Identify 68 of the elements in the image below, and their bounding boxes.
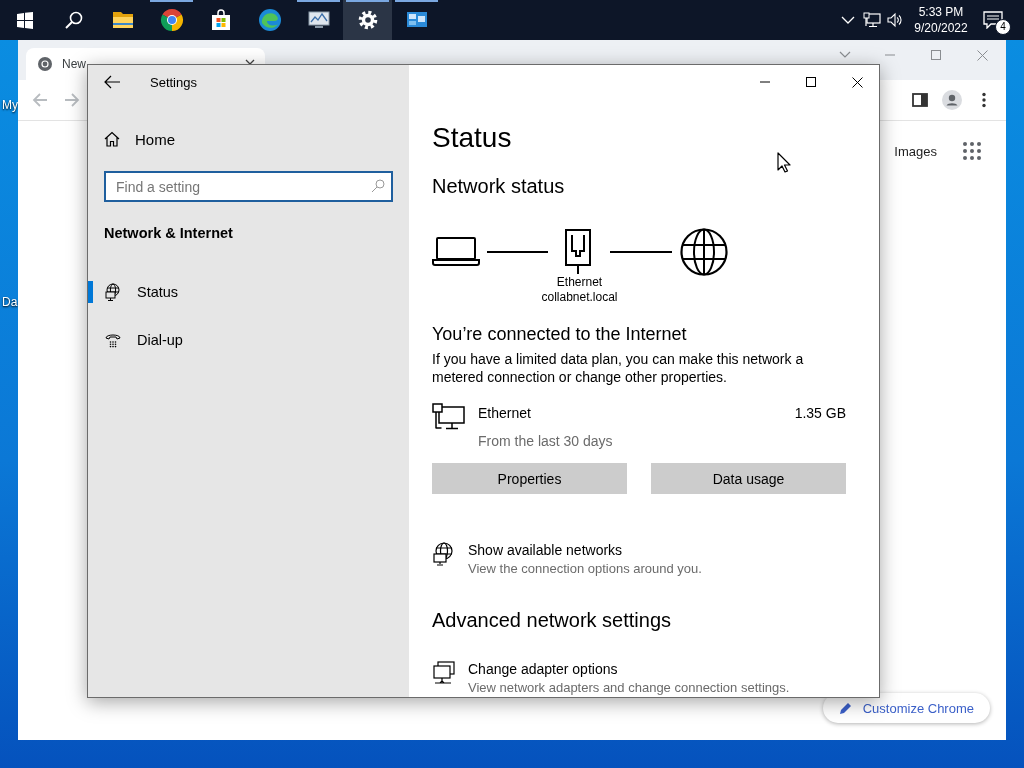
connection-status: You’re connected to the Internet: [432, 323, 688, 346]
adapter-monitors-icon: [432, 661, 456, 685]
tab-title: New: [62, 57, 86, 71]
connection-line: [487, 251, 548, 253]
link-description: View network adapters and change connection settings.: [468, 679, 790, 696]
maximize-icon: [931, 50, 941, 60]
section-heading: Advanced network settings: [432, 608, 673, 633]
chevron-icon: [839, 51, 851, 59]
apps-grid-icon: [963, 142, 981, 160]
ethernet-port-icon: [565, 229, 591, 275]
nav-item[interactable]: Status: [88, 268, 409, 316]
customize-chrome-button[interactable]: Customize Chrome: [822, 693, 990, 723]
side-panel-icon: [912, 92, 928, 108]
domain-label: collabnet.local: [540, 290, 619, 305]
usage-period: From the last 30 days: [478, 432, 614, 451]
browser-icon: [257, 8, 282, 32]
mouse-pointer-icon: [777, 152, 791, 173]
browser-icon: [159, 8, 184, 32]
action-button[interactable]: Properties: [432, 463, 627, 494]
pencil-icon: [838, 701, 853, 715]
globe-monitor-icon: [104, 283, 122, 301]
minimize-icon: [885, 54, 895, 56]
adapter-label: Ethernet: [555, 275, 604, 290]
browser-favicon-icon: [37, 56, 53, 72]
phone-icon: [104, 331, 122, 349]
ethernet-computer-icon: [432, 403, 466, 431]
desktop-icon-label: My: [2, 98, 18, 112]
section-heading: Network status: [432, 174, 566, 199]
back-arrow-icon: [104, 75, 120, 89]
notification-badge: 4: [995, 19, 1011, 35]
data-amount: 1.35 GB: [794, 404, 846, 423]
search-icon: [371, 179, 385, 193]
windows-logo-icon: [15, 11, 34, 29]
connection-line: [610, 251, 672, 253]
window-title: Settings: [150, 74, 197, 90]
close-icon: [851, 76, 863, 88]
apps-button[interactable]: [963, 142, 981, 160]
taskbar-button[interactable]: [343, 0, 392, 40]
more-menu-icon: [982, 92, 986, 108]
clock[interactable]: 5:33 PM 9/20/2022: [906, 4, 976, 36]
home-icon: [104, 131, 120, 147]
profile-icon: [942, 90, 962, 110]
settings-link[interactable]: Change adapter options: [468, 659, 790, 679]
desktop-icon-label: Da: [2, 295, 18, 309]
images-link[interactable]: Images: [894, 143, 937, 159]
settings-link[interactable]: Show available networks: [468, 540, 702, 560]
maximize-icon: [806, 77, 816, 87]
page-title: Status: [432, 121, 513, 155]
search-icon: [63, 10, 84, 30]
nav-item[interactable]: Dial-up: [88, 316, 409, 364]
globe-monitor-icon: [432, 542, 456, 566]
back-arrow-icon: [32, 92, 48, 108]
close-icon: [976, 49, 988, 61]
adapter-name: Ethernet: [478, 404, 532, 423]
connection-description: If you have a limited data plan, you can make this network a metered connection or change other properties.: [432, 350, 805, 386]
laptop-icon: [432, 237, 480, 267]
action-button[interactable]: Data usage: [651, 463, 846, 494]
section-heading: Network & Internet: [103, 224, 234, 242]
search-field[interactable]: Find a setting: [104, 171, 393, 202]
settings-icon: [356, 9, 379, 31]
home-nav-item[interactable]: Home: [88, 121, 409, 157]
network-icon: [863, 12, 881, 28]
forward-arrow-icon: [64, 92, 80, 108]
action-center-button[interactable]: 4: [976, 0, 1010, 40]
link-description: View the connection options around you.: [468, 560, 702, 577]
globe-icon: [680, 228, 728, 276]
volume-icon: [887, 12, 903, 28]
minimize-icon: [760, 81, 770, 83]
